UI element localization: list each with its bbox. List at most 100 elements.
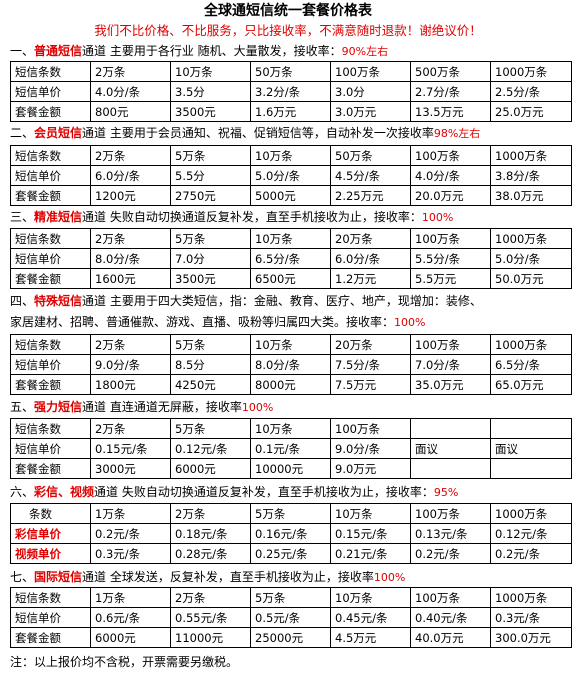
table-cell: 5万条 bbox=[250, 587, 331, 608]
table-cell: 条数 bbox=[10, 503, 91, 524]
section-description: 通道 主要用于会员通知、祝福、促销短信等，自动补发一次接收率 bbox=[82, 126, 434, 140]
table-cell: 0.45元/条 bbox=[330, 607, 411, 628]
section-heading: 一、普通短信通道 主要用于各行业 随机、大量散发，接收率：90%左右 bbox=[10, 42, 572, 61]
table-row: 彩信单价 0.2元/条 0.18元/条 0.16元/条 0.15元/条 0.13元/条 0.… bbox=[10, 523, 572, 544]
table-cell: 2.5分/条 bbox=[490, 81, 572, 102]
table-cell: 2750元 bbox=[170, 185, 251, 206]
section-description: 通道 失败自动切换通道反复补发，直至手机接收为止，接收率： bbox=[94, 485, 434, 499]
table-cell: 套餐金额 bbox=[10, 101, 91, 122]
table-cell: 3.5分 bbox=[170, 81, 251, 102]
table-cell: 1万条 bbox=[90, 587, 171, 608]
table-cell: 0.12元/条 bbox=[170, 438, 251, 459]
table-cell: 10万条 bbox=[330, 503, 411, 524]
table-row: 短信条数 2万条 10万条 50万条 100万条 500万条 1000万条 bbox=[10, 61, 572, 82]
table-cell: 2.7分/条 bbox=[410, 81, 491, 102]
channel-name: 普通短信 bbox=[34, 44, 83, 58]
channel-name: 彩信、视频 bbox=[34, 485, 95, 499]
table-row: 短信条数 2万条 5万条 10万条 50万条 100万条 1000万条 bbox=[10, 145, 572, 166]
table-row: 短信条数 1万条 2万条 5万条 10万条 100万条 1000万条 bbox=[10, 587, 572, 608]
table-cell: 短信条数 bbox=[10, 61, 91, 82]
table-cell: 13.5万元 bbox=[410, 101, 491, 122]
table-cell bbox=[490, 418, 572, 439]
table-cell: 8000元 bbox=[250, 374, 331, 395]
table-cell: 9.0分/条 bbox=[330, 438, 411, 459]
receive-rate: 95% bbox=[433, 486, 459, 499]
table-cell: 9.0万元 bbox=[330, 458, 411, 479]
table-cell: 1万条 bbox=[90, 503, 171, 524]
price-table: 短信条数 1万条 2万条 5万条 10万条 100万条 1000万条 短信单价 0.6元/条 0… bbox=[10, 587, 572, 648]
table-cell: 100万条 bbox=[410, 334, 491, 355]
table-cell: 2万条 bbox=[90, 61, 171, 82]
table-cell: 5万条 bbox=[250, 503, 331, 524]
table-cell: 0.3元/条 bbox=[490, 607, 572, 628]
table-cell: 100万条 bbox=[410, 503, 491, 524]
table-cell: 5.5分/条 bbox=[410, 248, 491, 269]
section-number: 二、 bbox=[10, 126, 35, 140]
table-cell: 5万条 bbox=[170, 334, 251, 355]
table-cell: 0.12元/条 bbox=[490, 523, 572, 544]
receive-rate: 90%左右 bbox=[341, 45, 389, 58]
table-cell: 6.5分/条 bbox=[490, 354, 572, 375]
table-cell: 短信条数 bbox=[10, 228, 91, 249]
channel-name: 精准短信 bbox=[34, 210, 83, 224]
table-cell: 6.5分/条 bbox=[250, 248, 331, 269]
table-cell: 1600元 bbox=[90, 268, 171, 289]
table-cell: 20万条 bbox=[330, 228, 411, 249]
table-cell: 2万条 bbox=[90, 418, 171, 439]
section-number: 四、 bbox=[10, 294, 35, 308]
table-cell: 11000元 bbox=[170, 627, 251, 648]
table-cell: 视频单价 bbox=[10, 543, 91, 564]
table-cell: 0.15元/条 bbox=[330, 523, 411, 544]
price-table: 短信条数 2万条 5万条 10万条 100万条 短信单价 0.15元/条 0.12元/条 0.… bbox=[10, 418, 572, 479]
table-cell: 2万条 bbox=[170, 587, 251, 608]
table-cell: 短信条数 bbox=[10, 334, 91, 355]
table-cell: 7.0分/条 bbox=[410, 354, 491, 375]
section-description: 通道 主要用于各行业 随机、大量散发，接收率： bbox=[82, 44, 342, 58]
table-row: 套餐金额 1200元 2750元 5000元 2.25万元 20.0万元 38.0万元 bbox=[10, 185, 572, 206]
table-cell: 100万条 bbox=[330, 418, 411, 439]
table-cell: 9.0分/条 bbox=[90, 354, 171, 375]
table-cell: 短信单价 bbox=[10, 81, 91, 102]
section-description: 家居建材、招聘、普通催款、游戏、直播、吸粉等归属四大类。接收率： bbox=[10, 315, 395, 329]
price-table: 短信条数 2万条 5万条 10万条 50万条 100万条 1000万条 短信单价 6.0分/条… bbox=[10, 145, 572, 206]
table-cell: 3.0分 bbox=[330, 81, 411, 102]
table-cell: 0.18元/条 bbox=[170, 523, 251, 544]
table-cell: 彩信单价 bbox=[10, 523, 91, 544]
table-row: 视频单价 0.3元/条 0.28元/条 0.25元/条 0.21元/条 0.2元/条 0.2… bbox=[10, 543, 572, 564]
table-cell: 3500元 bbox=[170, 268, 251, 289]
table-cell: 套餐金额 bbox=[10, 185, 91, 206]
section-description: 通道 直连通道无屏蔽，接收率 bbox=[82, 400, 242, 414]
table-cell: 38.0万元 bbox=[490, 185, 572, 206]
page-subtitle: 我们不比价格、不比服务，只比接收率，不满意随时退款！谢绝议价！ bbox=[94, 23, 482, 38]
table-cell: 800元 bbox=[90, 101, 171, 122]
table-cell: 短信单价 bbox=[10, 165, 91, 186]
channel-name: 特殊短信 bbox=[34, 294, 83, 308]
table-cell: 500万条 bbox=[410, 61, 491, 82]
table-row: 短信单价 9.0分/条 8.5分 8.0分/条 7.5分/条 7.0分/条 6.5分/条 bbox=[10, 354, 572, 375]
table-cell: 100万条 bbox=[410, 145, 491, 166]
table-cell: 0.21元/条 bbox=[330, 543, 411, 564]
table-cell: 100万条 bbox=[330, 61, 411, 82]
table-cell: 50万条 bbox=[330, 145, 411, 166]
table-cell: 5.0分/条 bbox=[490, 248, 572, 269]
table-cell: 套餐金额 bbox=[10, 268, 91, 289]
section-number: 六、 bbox=[10, 485, 35, 499]
table-cell: 10000元 bbox=[250, 458, 331, 479]
section-description: 通道 主要用于四大类短信，指：金融、教育、医疗、地产，现增加：装修、 bbox=[82, 294, 482, 308]
section-heading-continued: 家居建材、招聘、普通催款、游戏、直播、吸粉等归属四大类。接收率：100% bbox=[10, 313, 572, 332]
price-table: 短信条数 2万条 5万条 10万条 20万条 100万条 1000万条 短信单价 9.0分/条… bbox=[10, 334, 572, 395]
table-row: 套餐金额 1800元 4250元 8000元 7.5万元 35.0万元 65.0万元 bbox=[10, 374, 572, 395]
table-row: 短信单价 0.6元/条 0.55元/条 0.5元/条 0.45元/条 0.40元/条 0.3… bbox=[10, 607, 572, 628]
table-cell: 5.5万元 bbox=[410, 268, 491, 289]
table-row: 套餐金额 1600元 3500元 6500元 1.2万元 5.5万元 50.0万元 bbox=[10, 268, 572, 289]
table-cell: 20.0万元 bbox=[410, 185, 491, 206]
table-cell: 25.0万元 bbox=[490, 101, 572, 122]
table-cell: 0.55元/条 bbox=[170, 607, 251, 628]
table-row: 条数 1万条 2万条 5万条 10万条 100万条 1000万条 bbox=[10, 503, 572, 524]
table-cell: 5万条 bbox=[170, 145, 251, 166]
table-cell: 25000元 bbox=[250, 627, 331, 648]
table-cell: 1000万条 bbox=[490, 145, 572, 166]
table-cell: 短信单价 bbox=[10, 248, 91, 269]
section-heading: 二、会员短信通道 主要用于会员通知、祝福、促销短信等，自动补发一次接收率98%左… bbox=[10, 124, 572, 143]
table-row: 短信单价 8.0分/条 7.0分 6.5分/条 6.0分/条 5.5分/条 5.0分/条 bbox=[10, 248, 572, 269]
